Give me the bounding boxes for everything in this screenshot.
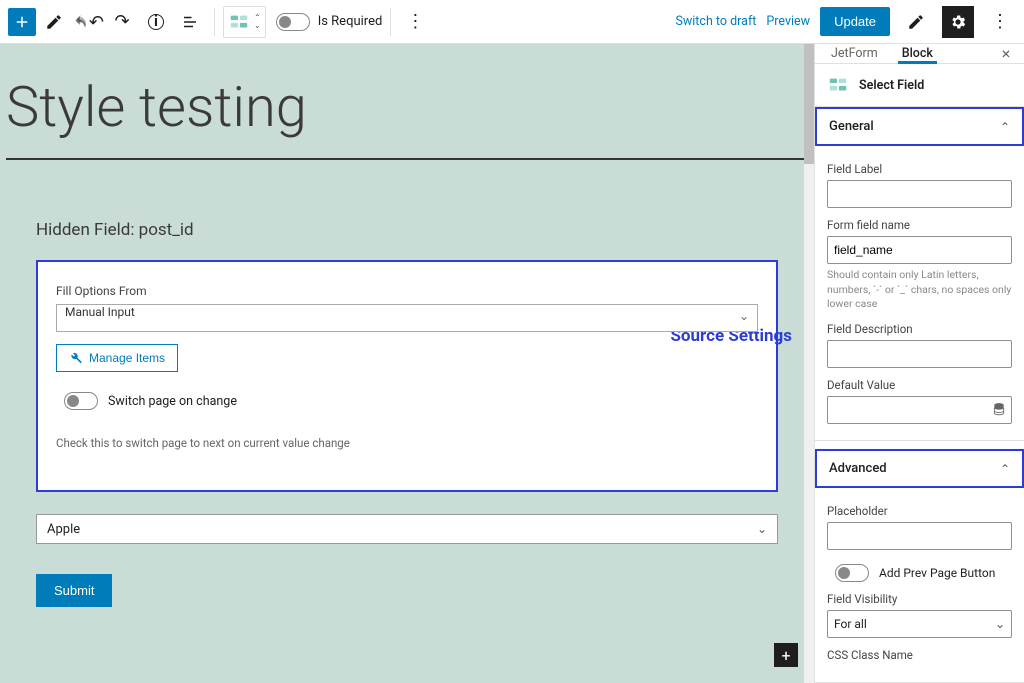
close-sidebar-button[interactable]: × <box>992 44 1020 63</box>
default-value-label: Default Value <box>827 378 1012 392</box>
move-down-icon[interactable]: ⌄ <box>254 22 261 30</box>
select-field-value: Apple <box>47 522 80 537</box>
placeholder-input[interactable] <box>827 522 1012 550</box>
update-button[interactable]: Update <box>820 7 890 36</box>
field-visibility-label: Field Visibility <box>827 592 1012 606</box>
section-general-title: General <box>829 119 874 134</box>
source-settings-panel: Fill Options From Manual Input Manage It… <box>36 260 778 492</box>
preview-link[interactable]: Preview <box>766 14 810 29</box>
field-visibility-select[interactable]: For all ⌄ <box>827 610 1012 638</box>
title-separator <box>6 158 808 160</box>
hidden-field-label[interactable]: Hidden Field: post_id <box>36 220 808 240</box>
canvas-scrollbar[interactable] <box>804 44 814 683</box>
is-required-label: Is Required <box>318 14 383 29</box>
switch-page-label: Switch page on change <box>108 394 237 409</box>
field-label-label: Field Label <box>827 162 1012 176</box>
add-block-fab[interactable]: + <box>774 643 798 667</box>
outline-button[interactable] <box>174 6 206 38</box>
section-general-header[interactable]: General ⌃ <box>815 107 1024 146</box>
undo-button[interactable]: ↶ <box>72 6 104 38</box>
info-button[interactable]: i <box>140 6 172 38</box>
manage-items-label: Manage Items <box>89 351 165 365</box>
block-heading: Select Field <box>815 64 1024 107</box>
add-prev-page-label: Add Prev Page Button <box>879 566 995 580</box>
top-toolbar: ↶ ↷ i ⌃ ⌄ Is Required ⋮ Switch to draft … <box>0 0 1024 44</box>
select-field-preview[interactable]: Apple ⌄ <box>36 514 778 544</box>
chevron-up-icon: ⌃ <box>1000 462 1010 476</box>
chevron-down-icon: ⌄ <box>757 522 767 536</box>
settings-icon[interactable] <box>942 6 974 38</box>
add-prev-page-toggle[interactable] <box>835 564 869 582</box>
block-type-group[interactable]: ⌃ ⌄ <box>223 6 266 38</box>
placeholder-label: Placeholder <box>827 504 1012 518</box>
fill-options-label: Fill Options From <box>56 284 758 298</box>
form-field-name-input[interactable] <box>827 236 1012 264</box>
switch-to-draft-link[interactable]: Switch to draft <box>675 14 756 29</box>
field-visibility-value: For all <box>834 617 867 631</box>
field-label-input[interactable] <box>827 180 1012 208</box>
section-advanced-header[interactable]: Advanced ⌃ <box>815 449 1024 488</box>
field-description-input[interactable] <box>827 340 1012 368</box>
top-more-button[interactable]: ⋮ <box>984 6 1016 38</box>
form-field-name-label: Form field name <box>827 218 1012 232</box>
tab-block[interactable]: Block <box>890 44 945 63</box>
database-icon[interactable] <box>992 402 1006 420</box>
wrench-icon <box>69 351 83 365</box>
chevron-down-icon: ⌄ <box>995 617 1005 631</box>
field-description-label: Field Description <box>827 322 1012 336</box>
edit-icon[interactable] <box>38 6 70 38</box>
redo-button[interactable]: ↷ <box>106 6 138 38</box>
chevron-up-icon: ⌃ <box>1000 120 1010 134</box>
block-type-title: Select Field <box>859 78 924 93</box>
switch-page-toggle[interactable] <box>64 392 98 410</box>
manage-items-button[interactable]: Manage Items <box>56 344 178 372</box>
form-field-name-hint: Should contain only Latin letters, numbe… <box>827 268 1012 312</box>
more-options-button[interactable]: ⋮ <box>399 6 431 38</box>
add-block-button[interactable] <box>8 8 36 36</box>
editor-canvas: Style testing Hidden Field: post_id Sour… <box>0 44 814 683</box>
css-class-label: CSS Class Name <box>827 648 1012 662</box>
section-advanced-title: Advanced <box>829 461 887 476</box>
page-title[interactable]: Style testing <box>6 74 808 140</box>
is-required-toggle[interactable]: Is Required <box>276 13 383 31</box>
submit-button[interactable]: Submit <box>36 574 112 607</box>
select-field-icon <box>827 74 849 96</box>
settings-sidebar: JetForm Block × Select Field General ⌃ F… <box>814 44 1024 683</box>
tools-icon[interactable] <box>900 6 932 38</box>
fill-options-select[interactable]: Manual Input <box>56 304 758 332</box>
default-value-input[interactable] <box>827 396 1012 424</box>
switch-page-hint: Check this to switch page to next on cur… <box>56 436 758 450</box>
fill-options-value: Manual Input <box>65 305 135 319</box>
form-block-icon <box>228 11 250 33</box>
tab-jetform[interactable]: JetForm <box>819 44 890 63</box>
